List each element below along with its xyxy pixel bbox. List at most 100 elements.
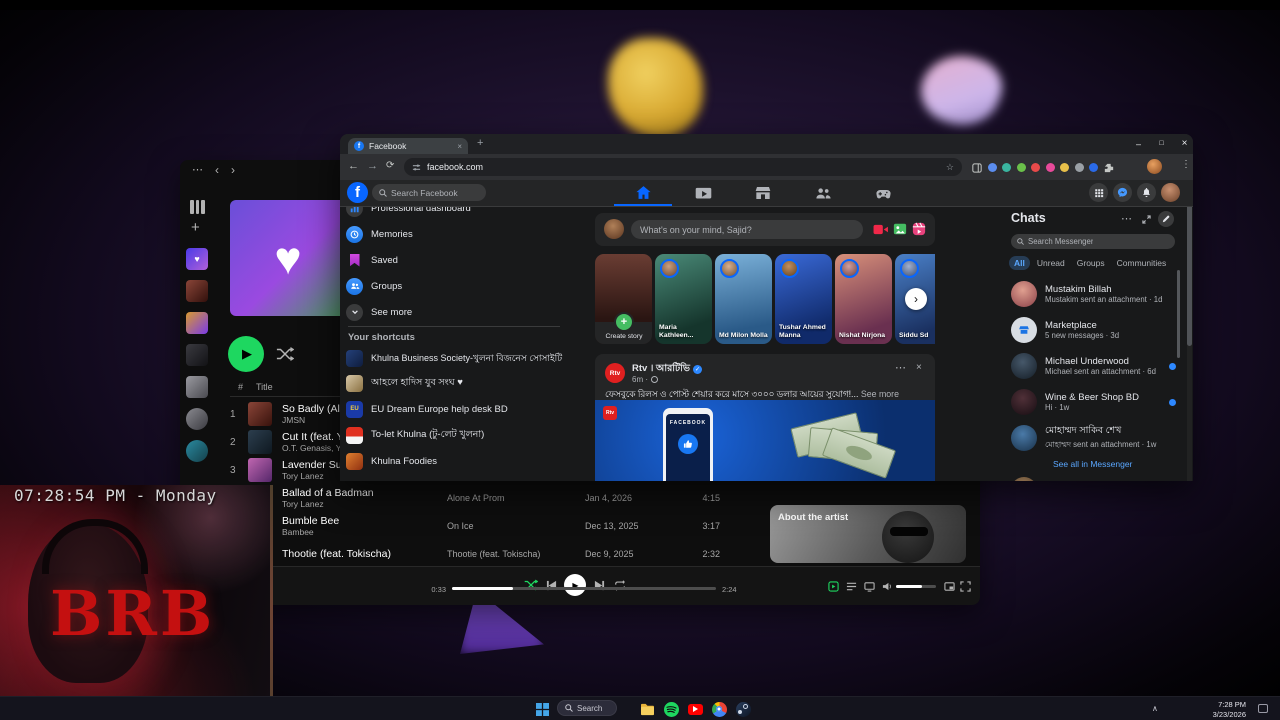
extension-icon[interactable] <box>1089 163 1098 172</box>
reload-icon[interactable]: ⟳ <box>386 160 394 171</box>
track-title[interactable]: Ballad of a Badman <box>282 487 447 499</box>
photo-video-icon[interactable] <box>893 222 907 236</box>
chats-compose-button[interactable] <box>1158 211 1174 227</box>
youtube-icon[interactable] <box>686 700 704 718</box>
back-icon[interactable]: ← <box>348 160 359 172</box>
progress-bar[interactable] <box>452 587 716 590</box>
create-playlist-icon[interactable]: + <box>191 220 200 235</box>
shortcut-item[interactable]: Khulna Foodies <box>346 449 571 473</box>
taskbar-clock[interactable]: 7:28 PM 3/23/2026 <box>1213 700 1246 720</box>
playlist-tile[interactable] <box>186 312 208 334</box>
playlist-tile[interactable] <box>186 280 208 302</box>
nav-back-icon[interactable]: ‹ <box>215 163 219 177</box>
notification-center-icon[interactable] <box>1258 704 1268 713</box>
extensions-puzzle-icon[interactable] <box>1104 163 1114 173</box>
stories-next-button[interactable]: › <box>905 288 927 310</box>
playlist-tile[interactable] <box>186 376 208 398</box>
sidebar-item-see-more[interactable]: See more <box>346 300 571 324</box>
chrome-menu-icon[interactable]: ⋮ <box>1181 159 1191 170</box>
sidebar-item-memories[interactable]: Memories <box>346 222 571 246</box>
url-bar[interactable]: facebook.com ☆ <box>404 158 962 176</box>
shortcut-item[interactable]: আহলে হাদিস যুব সংঘ ♥ <box>346 371 571 395</box>
profile-menu-button[interactable] <box>1161 183 1180 202</box>
chat-item[interactable]: Michael Underwood Michael sent an attach… <box>1005 348 1181 384</box>
shortcut-item[interactable]: Khulna Business Society-খুলনা বিজনেস সোস… <box>346 344 571 372</box>
nav-tab-gaming[interactable] <box>854 180 912 206</box>
profile-avatar[interactable] <box>1147 159 1162 174</box>
nav-tab-marketplace[interactable] <box>734 180 792 206</box>
chats-options-icon[interactable]: ⋯ <box>1121 212 1132 225</box>
nav-tab-groups[interactable] <box>794 180 852 206</box>
extension-icon[interactable] <box>1002 163 1011 172</box>
podcast-tile[interactable] <box>186 408 208 430</box>
window-maximize-icon[interactable]: □ <box>1150 134 1173 153</box>
chats-tab-groups[interactable]: Groups <box>1072 256 1110 270</box>
file-explorer-icon[interactable] <box>638 700 656 718</box>
track-title[interactable]: Thootie (feat. Tokischa) <box>282 548 447 560</box>
post-author-avatar[interactable]: Rtv <box>605 363 625 383</box>
artist-tile[interactable] <box>186 440 208 462</box>
volume-bar[interactable] <box>896 585 936 588</box>
new-tab-icon[interactable]: + <box>477 137 483 149</box>
extension-icon[interactable] <box>1031 163 1040 172</box>
taskbar-search[interactable]: Search <box>557 700 617 716</box>
create-story-card[interactable]: + Create story <box>595 254 652 344</box>
site-info-icon[interactable] <box>412 163 421 172</box>
story-card[interactable]: Md Milon Molla <box>715 254 772 344</box>
extension-icon[interactable] <box>1045 163 1055 172</box>
chats-scrollbar[interactable] <box>1177 270 1180 358</box>
about-artist-card[interactable]: About the artist <box>770 505 966 563</box>
chat-item[interactable]: Marketplace 5 new messages · 3d <box>1005 312 1181 348</box>
story-card[interactable]: Tushar Ahmed Manna <box>775 254 832 344</box>
liked-songs-tile[interactable]: ♥ <box>186 248 208 270</box>
playlist-tile[interactable] <box>186 344 208 366</box>
chrome-icon[interactable] <box>710 700 728 718</box>
nav-tab-watch[interactable] <box>674 180 732 206</box>
story-card[interactable]: Nishat Nirjona <box>835 254 892 344</box>
chat-item[interactable]: Wine & Beer Shop BD Hi · 1w <box>1005 384 1181 420</box>
window-close-icon[interactable]: × <box>1173 134 1196 153</box>
side-panel-icon[interactable] <box>972 162 982 173</box>
see-all-messenger-link[interactable]: See all in Messenger <box>1053 459 1132 469</box>
sidebar-item-saved[interactable]: Saved <box>346 248 571 272</box>
composer-avatar[interactable] <box>604 219 624 239</box>
nav-tab-home[interactable] <box>614 180 672 206</box>
reel-icon[interactable] <box>912 222 926 236</box>
shortcut-item[interactable]: EU EU Dream Europe help desk BD <box>346 397 571 421</box>
forward-icon[interactable]: → <box>367 160 378 172</box>
story-card[interactable]: Maria Kathleen... <box>655 254 712 344</box>
window-menu-icon[interactable]: ⋯ <box>192 163 203 176</box>
live-video-icon[interactable] <box>873 223 888 236</box>
extension-icon[interactable] <box>1016 163 1026 172</box>
chats-expand-icon[interactable] <box>1142 215 1151 224</box>
track-artist[interactable]: Bambee <box>282 527 447 537</box>
chat-item[interactable]: Mustakim Billah Mustakim sent an attachm… <box>1005 276 1181 312</box>
extension-icon[interactable] <box>987 163 997 172</box>
browser-tab[interactable]: f Facebook × <box>348 138 468 154</box>
page-scrollbar-thumb[interactable] <box>1187 196 1192 346</box>
play-button[interactable]: ▶ <box>228 336 264 372</box>
page-scrollbar[interactable] <box>1187 180 1192 481</box>
extension-icon[interactable] <box>1060 163 1069 172</box>
post-see-more-link[interactable]: See more <box>861 389 899 399</box>
shortcut-item[interactable]: To-let Khulna (টু-লেট খুলনা) <box>346 423 571 447</box>
window-minimize-icon[interactable]: – <box>1127 134 1150 153</box>
facebook-search[interactable]: Search Facebook <box>372 184 486 201</box>
sidebar-item-groups[interactable]: Groups <box>346 274 571 298</box>
track-title[interactable]: Bumble Bee <box>282 515 447 527</box>
bookmark-star-icon[interactable]: ☆ <box>946 162 954 173</box>
fullscreen-icon[interactable] <box>960 581 971 592</box>
volume-icon[interactable] <box>882 581 893 592</box>
track-album[interactable]: On Ice <box>447 521 585 531</box>
extension-icon[interactable] <box>1074 163 1084 172</box>
chats-tab-unread[interactable]: Unread <box>1032 256 1070 270</box>
connect-device-icon[interactable] <box>864 581 875 592</box>
track-album[interactable]: Thootie (feat. Tokischa) <box>447 549 585 559</box>
start-button[interactable] <box>533 700 551 718</box>
chats-tab-all[interactable]: All <box>1009 256 1030 270</box>
library-icon[interactable] <box>190 200 206 214</box>
post-hide-icon[interactable]: × <box>916 362 922 373</box>
chats-tab-communities[interactable]: Communities <box>1112 256 1172 270</box>
shuffle-icon[interactable] <box>276 346 294 362</box>
post-menu-icon[interactable]: ⋯ <box>895 361 906 374</box>
